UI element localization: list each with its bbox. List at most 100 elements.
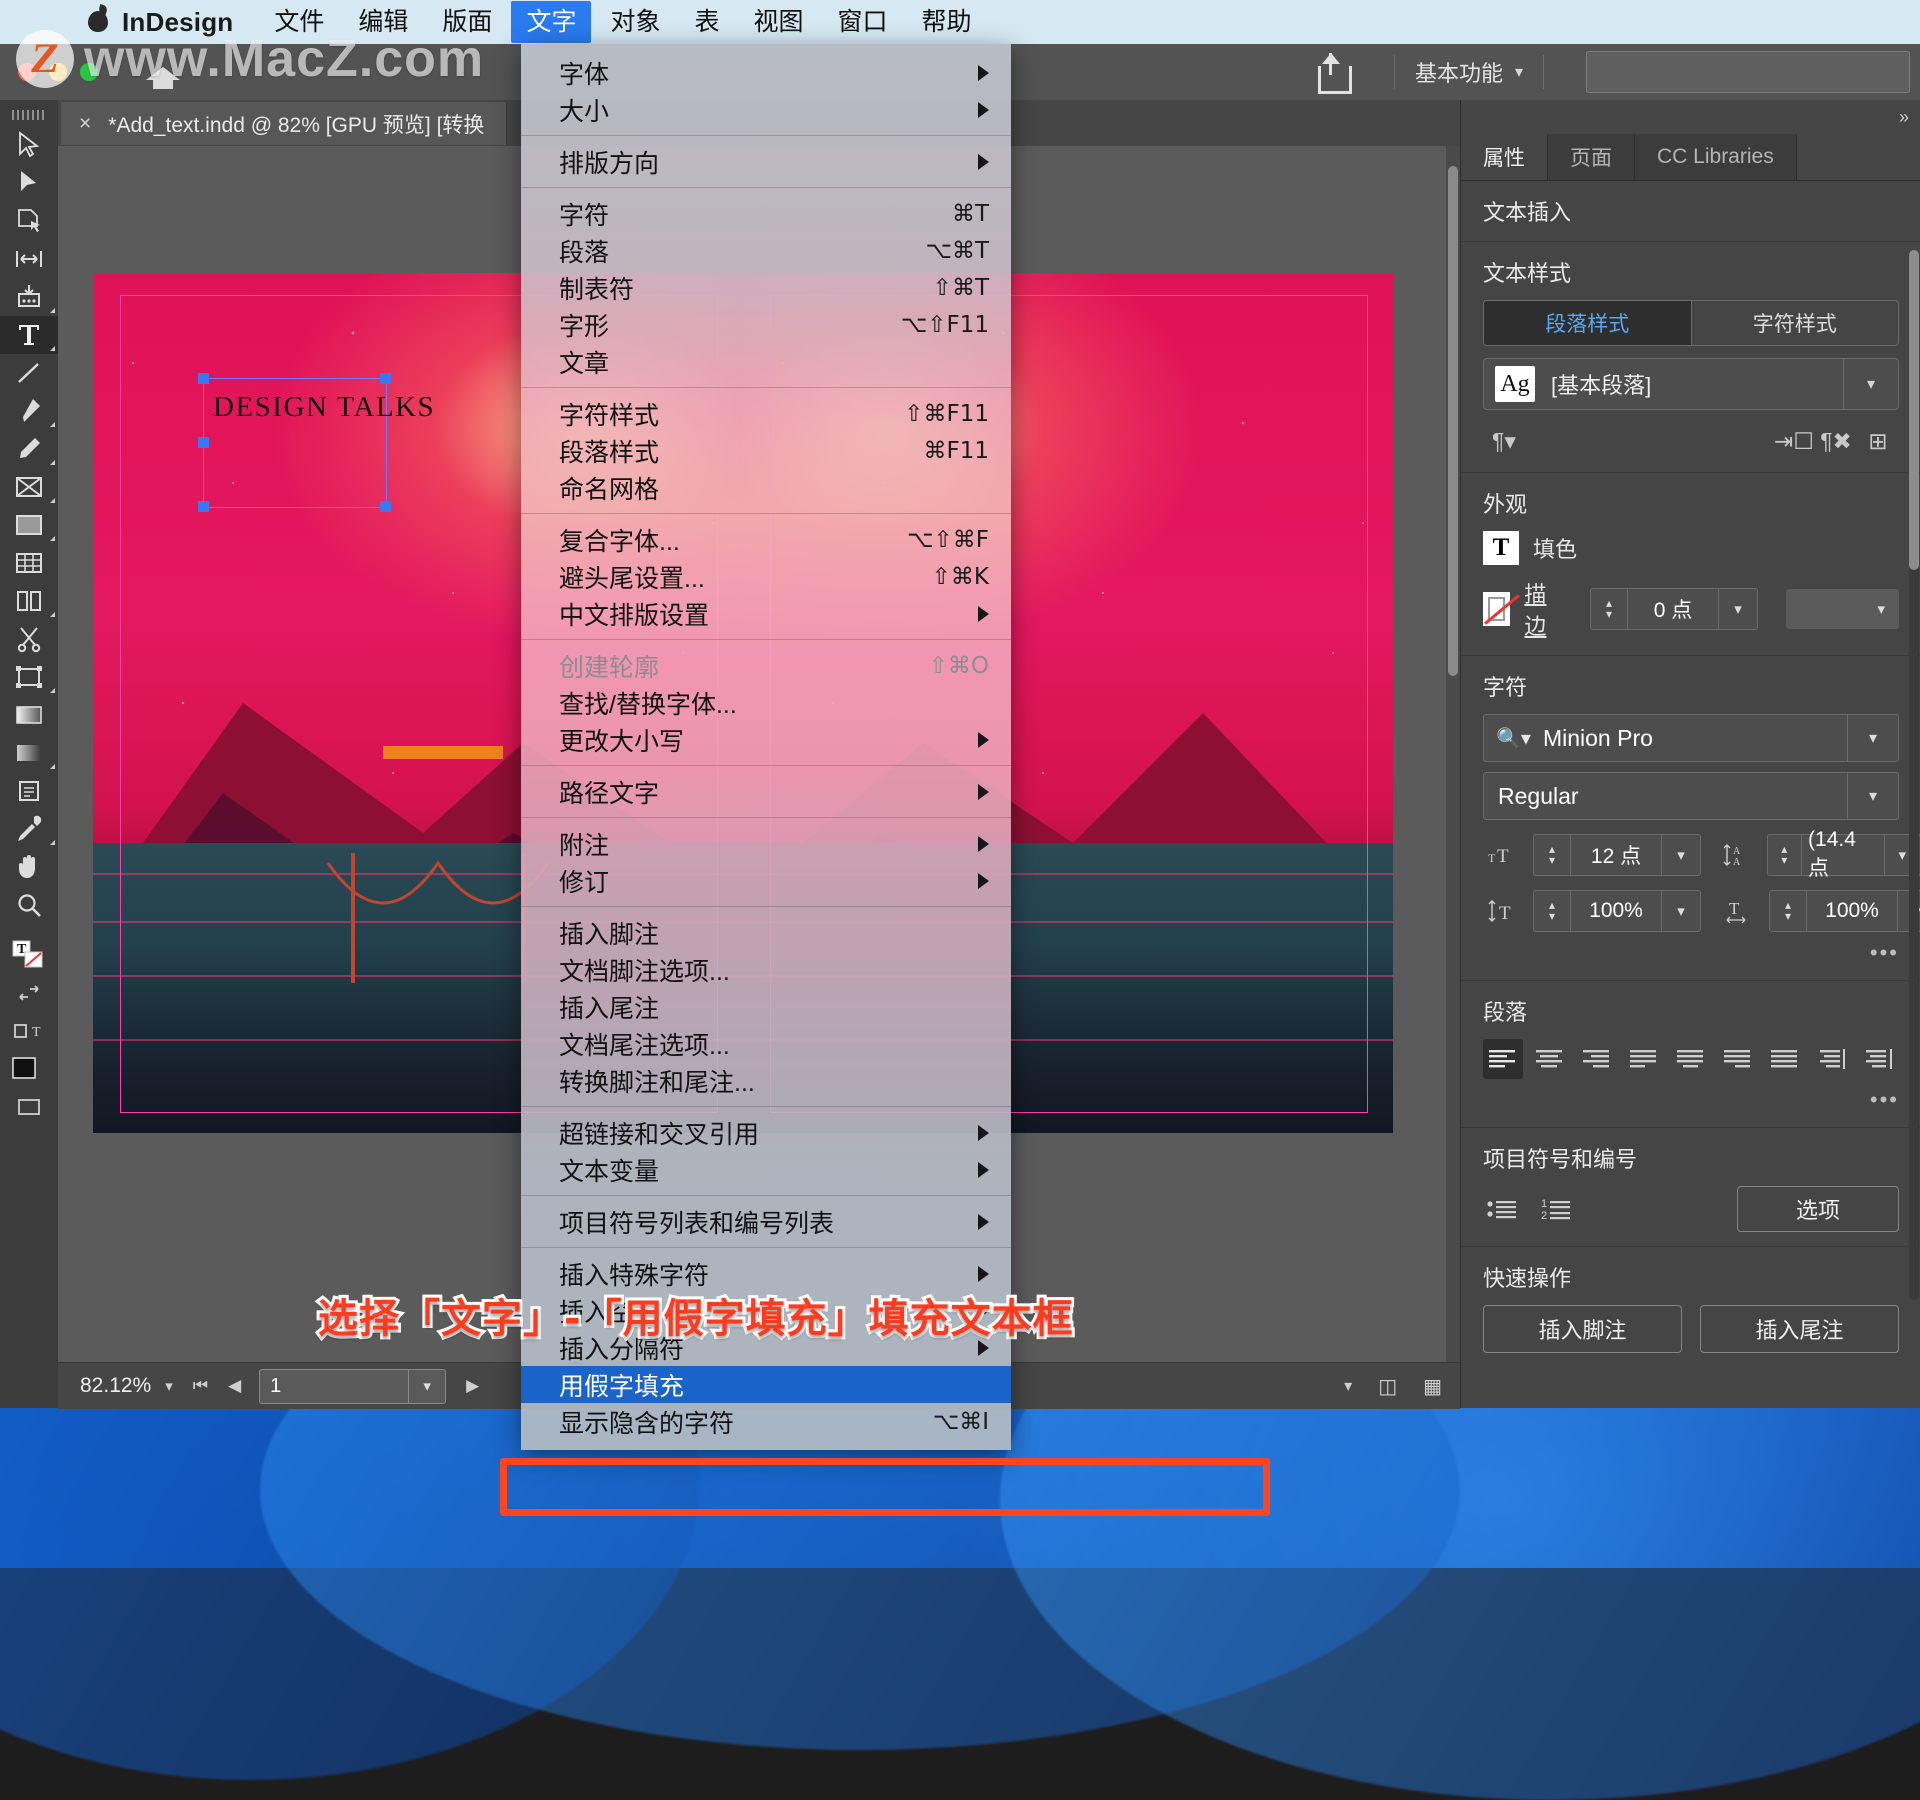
type-tool[interactable] — [0, 316, 58, 354]
zoom-level[interactable]: 82.12% — [80, 1374, 151, 1398]
leading-stepper[interactable]: ▴▾ (14.4 点 ▾ — [1767, 834, 1920, 876]
fill-stroke-swatch[interactable]: T — [0, 936, 58, 974]
menu-object[interactable]: 对象 — [595, 1, 675, 43]
align-left-icon[interactable] — [1483, 1039, 1523, 1079]
tab-properties[interactable]: 属性 — [1461, 134, 1548, 180]
search-icon[interactable]: 🔍▾ — [1496, 726, 1531, 751]
menu-item-8-1[interactable]: 文档脚注选项... — [521, 951, 1011, 988]
view-grid-icon[interactable]: ◫ — [1378, 1374, 1397, 1399]
justify-all-icon[interactable] — [1765, 1039, 1805, 1079]
menu-item-5-1[interactable]: 查找/替换字体... — [521, 684, 1011, 721]
chevron-down-icon[interactable]: ▾ — [1847, 715, 1898, 761]
menu-item-8-0[interactable]: 插入脚注 — [521, 914, 1011, 951]
gap-tool[interactable] — [0, 240, 58, 278]
menu-item-9-0[interactable]: 超链接和交叉引用 — [521, 1114, 1011, 1151]
character-more-options[interactable]: ••• — [1483, 940, 1899, 966]
stepper-arrows-icon[interactable]: ▴▾ — [1534, 891, 1571, 931]
home-icon[interactable] — [146, 57, 180, 87]
stroke-type-dropdown[interactable]: ▾ — [1786, 589, 1899, 629]
menu-item-2-4[interactable]: 文章 — [521, 343, 1011, 380]
next-page-button[interactable]: ▶ — [466, 1376, 479, 1396]
panel-collapse-row[interactable]: » — [1461, 100, 1920, 134]
menu-item-7-1[interactable]: 修订 — [521, 862, 1011, 899]
menu-item-3-1[interactable]: 段落样式⌘F11 — [521, 432, 1011, 469]
page-tool[interactable] — [0, 202, 58, 240]
panel-scrollbar[interactable] — [1909, 250, 1919, 1300]
font-size-stepper[interactable]: ▴▾ 12 点 ▾ — [1533, 834, 1701, 876]
stroke-weight-stepper[interactable]: ▴▾ 0 点 ▾ — [1590, 588, 1758, 630]
scissors-tool[interactable] — [0, 620, 58, 658]
close-button[interactable] — [18, 63, 36, 81]
segment-paragraph-style[interactable]: 段落样式 — [1484, 301, 1691, 345]
stroke-swatch-none-icon[interactable] — [1483, 592, 1510, 626]
chevron-down-icon[interactable]: ▾ — [1847, 773, 1898, 819]
tab-pages[interactable]: 页面 — [1548, 134, 1635, 180]
stroke-label[interactable]: 描边 — [1524, 577, 1558, 641]
menu-item-6-0[interactable]: 路径文字 — [521, 773, 1011, 810]
segment-character-style[interactable]: 字符样式 — [1691, 301, 1899, 345]
swap-fill-stroke-icon[interactable] — [0, 974, 58, 1012]
frame-tool[interactable] — [0, 468, 58, 506]
align-toward-spine-icon[interactable] — [1812, 1039, 1852, 1079]
menu-item-2-2[interactable]: 制表符⇧⌘T — [521, 269, 1011, 306]
tab-cc-libraries[interactable]: CC Libraries — [1635, 134, 1797, 180]
screen-mode-icon[interactable] — [0, 1088, 58, 1126]
menu-table[interactable]: 表 — [679, 1, 734, 43]
menu-item-8-2[interactable]: 插入尾注 — [521, 988, 1011, 1025]
eyedropper-tool[interactable] — [0, 810, 58, 848]
maximize-button[interactable] — [80, 63, 98, 81]
vertical-scale-stepper[interactable]: ▴▾ 100% ▾ — [1533, 890, 1701, 932]
palette-grip[interactable] — [12, 110, 46, 120]
clear-overrides-icon[interactable]: ¶✖ — [1815, 424, 1857, 458]
content-collector-tool[interactable] — [0, 278, 58, 316]
scrollbar-thumb[interactable] — [1448, 166, 1458, 676]
justify-last-center-icon[interactable] — [1671, 1039, 1711, 1079]
note-tool[interactable] — [0, 772, 58, 810]
horizontal-scale-stepper[interactable]: ▴▾ 100% ▾ — [1769, 890, 1920, 932]
menu-item-5-0[interactable]: 创建轮廓⇧⌘O — [521, 647, 1011, 684]
menu-item-0-0[interactable]: 字体 — [521, 54, 1011, 91]
bullets-options-button[interactable]: 选项 — [1737, 1186, 1899, 1232]
frame-handle-ml[interactable] — [198, 437, 209, 448]
menu-item-8-3[interactable]: 文档尾注选项... — [521, 1025, 1011, 1062]
prev-page-button[interactable]: ◀ — [228, 1376, 241, 1396]
menu-item-0-1[interactable]: 大小 — [521, 91, 1011, 128]
redefine-style-icon[interactable]: ⇥☐ — [1773, 424, 1815, 458]
menu-type[interactable]: 文字 — [511, 1, 591, 43]
rectangle-tool[interactable] — [0, 506, 58, 544]
menu-help[interactable]: 帮助 — [907, 1, 987, 43]
zoom-tool[interactable] — [0, 886, 58, 924]
selection-tool[interactable] — [0, 126, 58, 164]
menu-item-9-1[interactable]: 文本变量 — [521, 1151, 1011, 1188]
paragraph-style-icon[interactable]: ¶▾ — [1483, 424, 1525, 458]
menu-item-2-0[interactable]: 字符⌘T — [521, 195, 1011, 232]
insert-endnote-button[interactable]: 插入尾注 — [1700, 1305, 1899, 1353]
frame-handle-bm[interactable] — [380, 501, 391, 512]
pencil-tool[interactable] — [0, 430, 58, 468]
menu-layout[interactable]: 版面 — [427, 1, 507, 43]
justify-last-left-icon[interactable] — [1624, 1039, 1664, 1079]
menu-item-3-2[interactable]: 命名网格 — [521, 469, 1011, 506]
chevron-down-icon[interactable]: ▾ — [165, 1377, 173, 1395]
font-family-field[interactable]: 🔍▾ Minion Pro ▾ — [1483, 714, 1899, 762]
gradient-swatch-tool[interactable] — [0, 696, 58, 734]
menu-item-2-1[interactable]: 段落⌥⌘T — [521, 232, 1011, 269]
chevron-down-icon[interactable]: ▾ — [1718, 589, 1757, 629]
menu-window[interactable]: 窗口 — [823, 1, 903, 43]
menu-item-5-2[interactable]: 更改大小写 — [521, 721, 1011, 758]
table-tool[interactable] — [0, 544, 58, 582]
line-tool[interactable] — [0, 354, 58, 392]
close-icon[interactable]: × — [79, 112, 91, 136]
menu-item-4-1[interactable]: 避头尾设置...⇧⌘K — [521, 558, 1011, 595]
menu-item-4-0[interactable]: 复合字体...⌥⇧⌘F — [521, 521, 1011, 558]
canvas-vertical-scrollbar[interactable] — [1446, 146, 1460, 1362]
style-type-segmented[interactable]: 段落样式 字符样式 — [1483, 300, 1899, 346]
gradient-feather-tool[interactable] — [0, 734, 58, 772]
justify-last-right-icon[interactable] — [1718, 1039, 1758, 1079]
numbered-list-icon[interactable]: 12 — [1537, 1189, 1577, 1229]
paragraph-more-options[interactable]: ••• — [1483, 1087, 1899, 1113]
menu-item-11-3[interactable]: 用假字填充 — [521, 1366, 1011, 1403]
search-input[interactable] — [1586, 51, 1910, 93]
minimize-button[interactable] — [49, 63, 67, 81]
frame-handle-bl[interactable] — [198, 501, 209, 512]
